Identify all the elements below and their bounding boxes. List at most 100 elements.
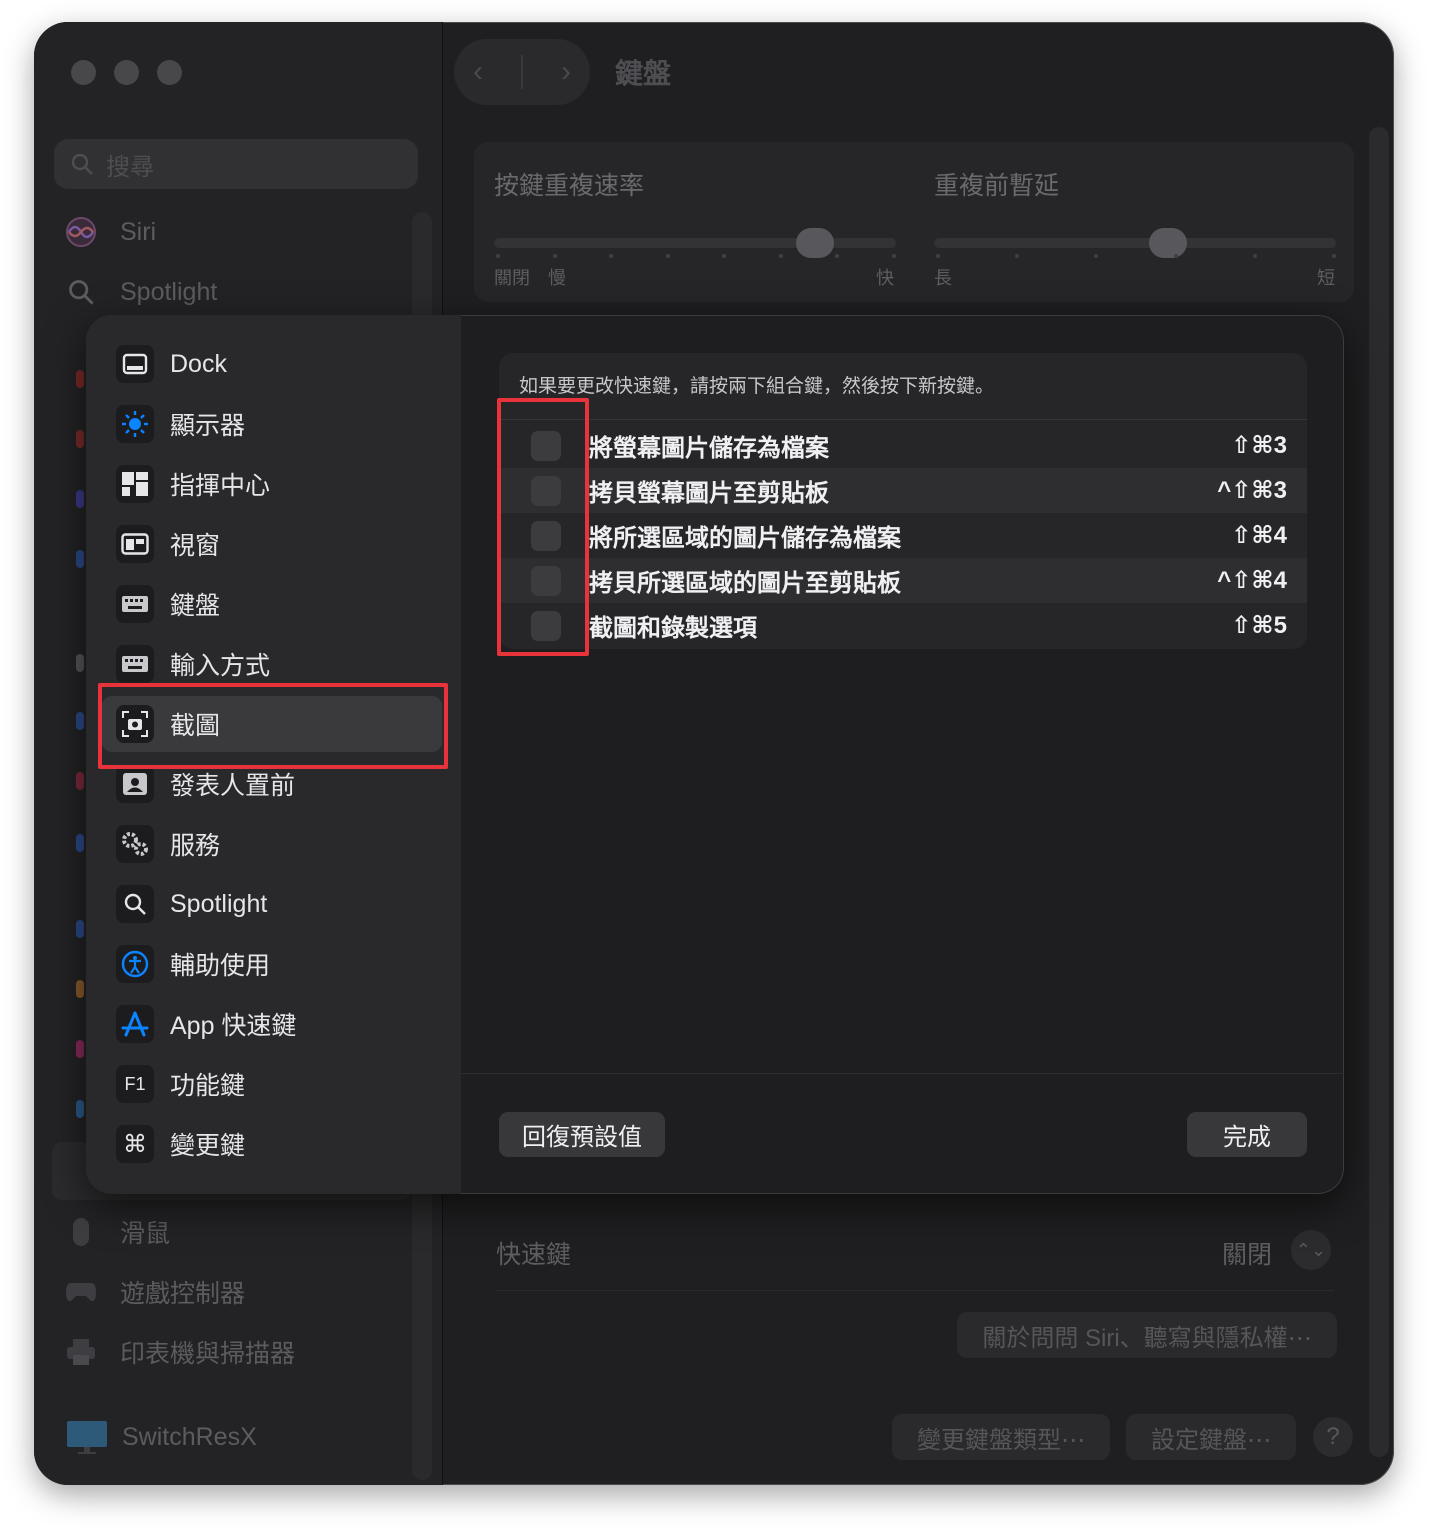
printer-icon — [64, 1335, 98, 1369]
done-button[interactable]: 完成 — [1187, 1112, 1307, 1157]
mission-control-icon — [116, 465, 154, 503]
setup-keyboard-button[interactable]: 設定鍵盤⋯ — [1126, 1414, 1296, 1460]
category-displays[interactable]: 顯示器 — [102, 396, 442, 452]
sidebar-icon-fragment — [76, 772, 84, 790]
shortcut-row: 截圖和錄製選項 ⇧⌘5 — [499, 603, 1307, 648]
sidebar-item-label: 滑鼠 — [120, 1220, 171, 1248]
sidebar-item-printers[interactable]: 印表機與掃描器 — [64, 1327, 295, 1377]
shortcut-keys[interactable]: ⇧⌘5 — [1231, 611, 1287, 640]
app-store-icon — [116, 1005, 154, 1043]
shortcut-keys[interactable]: ^⇧⌘3 — [1217, 476, 1287, 505]
presenter-icon — [116, 765, 154, 803]
brightness-icon — [116, 405, 154, 443]
slider-tick — [778, 254, 783, 258]
slider-tick — [552, 254, 557, 258]
sidebar-icon-fragment — [76, 1100, 84, 1118]
close-window-button[interactable] — [71, 60, 96, 85]
category-label: 功能鍵 — [170, 1072, 246, 1100]
search-placeholder: 搜尋 — [106, 153, 154, 181]
forward-icon[interactable]: › — [561, 55, 571, 89]
magnifier-icon — [116, 885, 154, 923]
shortcut-keys[interactable]: ⇧⌘3 — [1231, 431, 1287, 460]
search-icon — [71, 153, 93, 175]
category-dock[interactable]: Dock — [102, 336, 442, 392]
sidebar-icon-fragment — [76, 490, 84, 508]
siri-icon — [64, 215, 98, 249]
category-mission-control[interactable]: 指揮中心 — [102, 456, 442, 512]
back-icon[interactable]: ‹ — [473, 55, 483, 89]
dock-icon — [116, 345, 154, 383]
slider-tick — [1015, 254, 1020, 258]
help-button[interactable]: ? — [1313, 1417, 1353, 1457]
shortcut-row: 拷貝所選區域的圖片至剪貼板 ^⇧⌘4 — [499, 558, 1307, 603]
category-label: 顯示器 — [170, 412, 246, 440]
window-icon — [116, 525, 154, 563]
slider-tick — [936, 254, 940, 258]
sidebar-icon-fragment — [76, 370, 84, 388]
category-app-shortcuts[interactable]: App 快速鍵 — [102, 996, 442, 1052]
category-windows[interactable]: 視窗 — [102, 516, 442, 572]
change-keyboard-type-button[interactable]: 變更鍵盤類型⋯ — [892, 1414, 1110, 1460]
category-function-keys[interactable]: F1 功能鍵 — [102, 1056, 442, 1112]
shortcut-row: 將所選區域的圖片儲存為檔案 ⇧⌘4 — [499, 513, 1307, 558]
screenshot-shortcuts-list: 如果要更改快速鍵，請按兩下組合鍵，然後按下新按鍵。 將螢幕圖片儲存為檔案 ⇧⌘3… — [499, 353, 1307, 649]
sidebar-item-mouse[interactable]: 滑鼠 — [64, 1207, 170, 1257]
category-accessibility[interactable]: 輔助使用 — [102, 936, 442, 992]
zoom-window-button[interactable] — [157, 60, 182, 85]
sidebar-item-spotlight[interactable]: Spotlight — [64, 267, 217, 317]
slider-tick — [1173, 254, 1178, 258]
sidebar-item-siri[interactable]: Siri — [64, 207, 156, 257]
sidebar-icon-fragment — [76, 654, 84, 672]
category-keyboard[interactable]: 鍵盤 — [102, 576, 442, 632]
sidebar-item-label: 印表機與掃描器 — [120, 1340, 296, 1368]
sidebar-icon-fragment — [76, 712, 84, 730]
category-label: 輔助使用 — [170, 952, 271, 980]
keyboard-repeat-card: 按鍵重複速率 重複前暫延 關閉 慢 快 長 短 — [474, 142, 1354, 302]
category-label: Dock — [170, 349, 227, 378]
sidebar-item-switchresx[interactable]: SwitchResX — [66, 1412, 257, 1462]
shortcut-keys[interactable]: ⇧⌘4 — [1231, 521, 1287, 550]
category-label: 指揮中心 — [170, 472, 271, 500]
category-services[interactable]: 服務 — [102, 816, 442, 872]
sidebar-icon-fragment — [76, 430, 84, 448]
restore-defaults-button[interactable]: 回復預設值 — [499, 1112, 665, 1157]
sidebar-icon-fragment — [76, 980, 84, 998]
shortcut-label: 將所選區域的圖片儲存為檔案 — [589, 525, 901, 552]
delay-slider-knob[interactable] — [1148, 228, 1187, 258]
delay-long-label: 長 — [934, 268, 952, 288]
category-label: 輸入方式 — [170, 652, 271, 680]
siri-privacy-button[interactable]: 關於問問 Siri、聽寫與隱私權⋯ — [957, 1312, 1337, 1358]
repeat-rate-label: 按鍵重複速率 — [494, 172, 645, 200]
gamepad-icon — [64, 1275, 98, 1309]
shortcut-label: 截圖和錄製選項 — [589, 615, 757, 642]
stepper-icon[interactable]: ⌃⌄ — [1291, 1230, 1331, 1270]
sidebar-icon-fragment — [76, 550, 84, 568]
sidebar-item-label: 遊戲控制器 — [120, 1280, 246, 1308]
repeat-rate-slider[interactable] — [494, 238, 896, 248]
category-label: Spotlight — [170, 889, 268, 918]
shortcut-hint-text: 如果要更改快速鍵，請按兩下組合鍵，然後按下新按鍵。 — [519, 376, 995, 397]
search-input[interactable]: 搜尋 — [54, 139, 418, 189]
delay-slider[interactable] — [934, 238, 1336, 248]
slider-tick — [892, 254, 896, 258]
repeat-rate-slider-knob[interactable] — [796, 228, 835, 258]
sidebar-item-game-controller[interactable]: 遊戲控制器 — [64, 1267, 245, 1317]
category-modifier-keys[interactable]: ⌘ 變更鍵 — [102, 1116, 442, 1172]
category-label: 發表人置前 — [170, 772, 296, 800]
display-icon — [66, 1420, 108, 1454]
checkbox-column-highlight — [497, 398, 589, 656]
category-spotlight[interactable]: Spotlight — [102, 876, 442, 932]
sidebar-item-label: Siri — [120, 217, 157, 246]
content-scrollbar[interactable] — [1369, 127, 1389, 1457]
slider-tick — [1252, 254, 1257, 258]
shortcuts-value[interactable]: 關閉 — [1222, 1235, 1272, 1271]
mouse-icon — [64, 1215, 98, 1249]
shortcut-keys[interactable]: ^⇧⌘4 — [1217, 566, 1287, 595]
shortcut-label: 拷貝螢幕圖片至剪貼板 — [589, 480, 829, 507]
slider-tick — [609, 254, 614, 258]
sidebar-item-label: Spotlight — [120, 277, 218, 306]
category-label: 視窗 — [170, 532, 221, 560]
accessibility-icon — [116, 945, 154, 983]
minimize-window-button[interactable] — [114, 60, 139, 85]
repeat-rate-slow-label: 慢 — [548, 268, 566, 288]
